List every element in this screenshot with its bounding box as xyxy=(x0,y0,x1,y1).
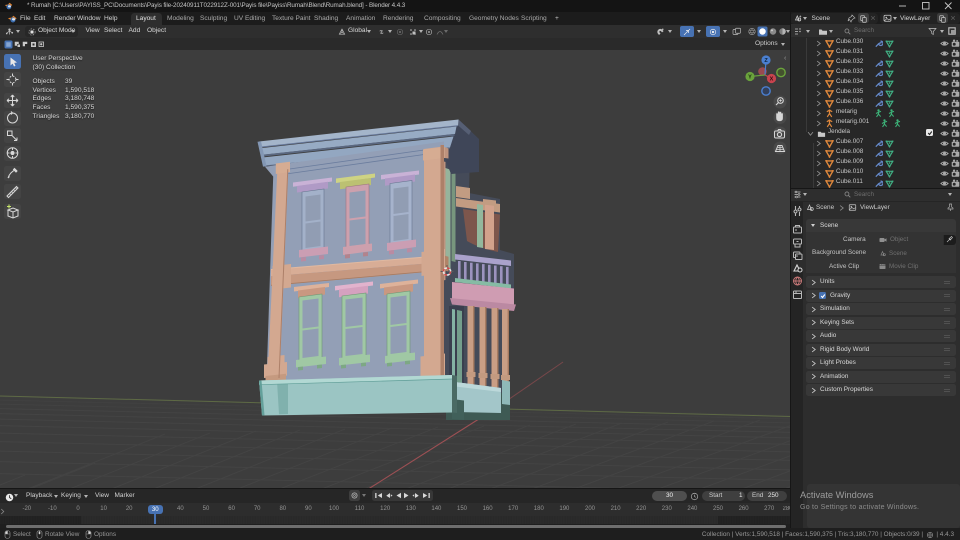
svg-text:X: X xyxy=(770,77,774,83)
svg-text:Y: Y xyxy=(748,75,752,81)
